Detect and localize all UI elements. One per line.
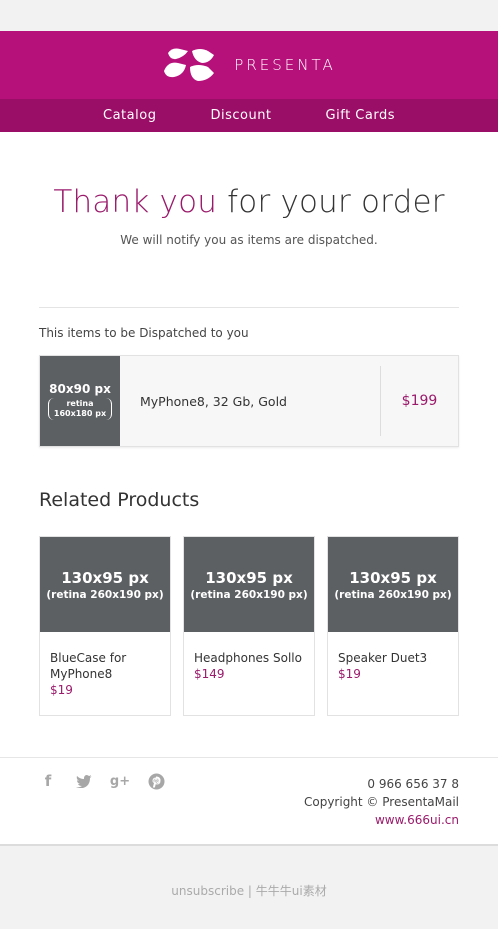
product-price: $19: [50, 683, 73, 697]
title-rest: for your order: [217, 184, 445, 220]
google-plus-icon[interactable]: g+: [110, 772, 130, 790]
product-image: 130x95 px (retina 260x190 px): [40, 537, 170, 632]
order-item-name: MyPhone8, 32 Gb, Gold: [140, 393, 287, 409]
copyright: Copyright © PresentaMail: [303, 795, 459, 809]
facebook-icon[interactable]: f: [39, 772, 57, 790]
product-image-size: 130x95 px: [349, 568, 437, 587]
product-card[interactable]: 130x95 px (retina 260x190 px) BlueCase f…: [39, 536, 171, 716]
nav-catalog[interactable]: Catalog: [103, 108, 156, 123]
thumb-retina-size: 160x180 px: [53, 409, 107, 418]
product-name: Headphones Sollo: [194, 651, 302, 665]
related-products: 130x95 px (retina 260x190 px) BlueCase f…: [39, 536, 459, 716]
presenta-logo-icon: [164, 48, 215, 81]
hero: Thank you for your order We will notify …: [0, 132, 498, 307]
twitter-icon[interactable]: [75, 772, 93, 790]
phone-number: 0 966 656 37 8: [367, 777, 459, 791]
product-name: BlueCase for MyPhone8: [50, 651, 127, 681]
order-item[interactable]: 80x90 px retina 160x180 px MyPhone8, 32 G…: [39, 355, 459, 447]
thumb-retina-label: retina 160x180 px: [47, 398, 113, 420]
top-gap: [0, 0, 498, 31]
contact-info: 0 966 656 37 8 Copyright © PresentaMail …: [304, 775, 459, 829]
thumb-size-label: 80x90 px: [49, 382, 111, 396]
header: PRESENTA: [0, 31, 498, 99]
email-body: Thank you for your order We will notify …: [0, 132, 498, 844]
website-link[interactable]: www.666ui.cn: [304, 811, 459, 829]
related-title: Related Products: [39, 489, 200, 511]
product-image-size: 130x95 px: [61, 568, 149, 587]
unsubscribe-link[interactable]: unsubscribe | 牛牛牛ui素材: [0, 882, 498, 899]
nav-bar: Catalog Discount Gift Cards: [0, 99, 498, 132]
product-image-retina: (retina 260x190 px): [334, 588, 452, 601]
product-price: $19: [338, 667, 361, 681]
title-accent: Thank you: [53, 184, 218, 220]
nav-gift-cards[interactable]: Gift Cards: [326, 108, 395, 123]
thumb-retina-word: retina: [66, 399, 94, 408]
dispatch-title: This items to be Dispatched to you: [39, 326, 249, 340]
order-item-thumbnail: 80x90 px retina 160x180 px: [40, 356, 120, 446]
product-image-retina: (retina 260x190 px): [46, 588, 164, 601]
product-price: $149: [194, 667, 225, 681]
product-image-size: 130x95 px: [205, 568, 293, 587]
divider: [39, 307, 459, 308]
pinterest-icon[interactable]: [147, 772, 165, 790]
product-card[interactable]: 130x95 px (retina 260x190 px) Speaker Du…: [327, 536, 459, 716]
page-title: Thank you for your order: [0, 184, 498, 220]
product-image: 130x95 px (retina 260x190 px): [184, 537, 314, 632]
product-image-retina: (retina 260x190 px): [190, 588, 308, 601]
nav-discount[interactable]: Discount: [210, 108, 271, 123]
footer: f g+ 0 966 656 37 8 Copyright © Presenta…: [0, 757, 498, 844]
brand-name: PRESENTA: [234, 56, 336, 74]
product-image: 130x95 px (retina 260x190 px): [328, 537, 458, 632]
social-links: f g+: [39, 772, 165, 790]
product-name: Speaker Duet3: [338, 651, 428, 665]
order-item-price: $199: [401, 393, 438, 409]
card-shadow: [0, 844, 498, 846]
product-card[interactable]: 130x95 px (retina 260x190 px) Headphones…: [183, 536, 315, 716]
hero-subtitle: We will notify you as items are dispatch…: [120, 233, 378, 247]
